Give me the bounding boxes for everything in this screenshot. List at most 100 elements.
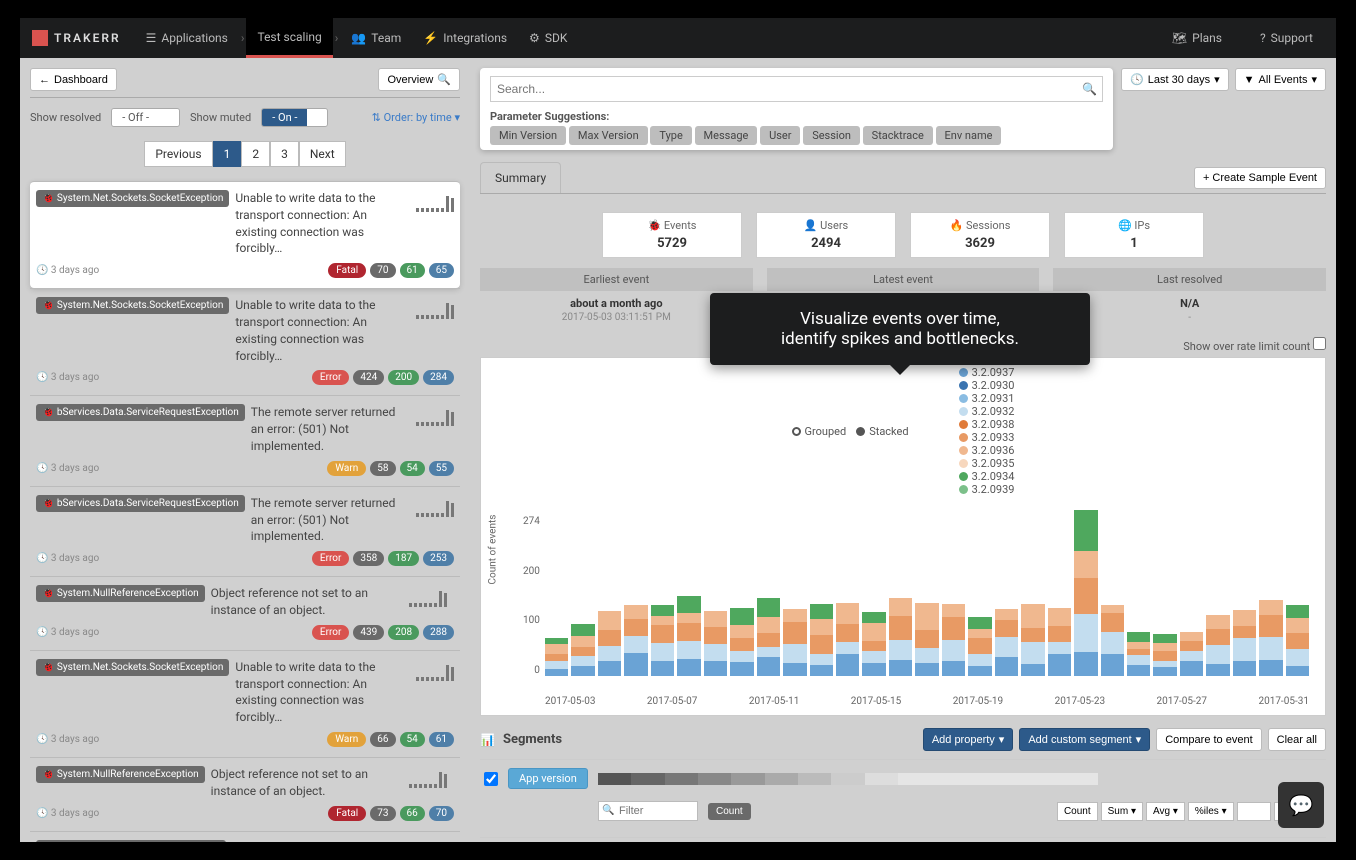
add-property-button[interactable]: Add property ▾ — [923, 728, 1014, 751]
legend-item[interactable]: 3.2.0934 — [959, 470, 1015, 483]
pager-prev[interactable]: Previous — [144, 141, 212, 167]
event-card[interactable]: 🐞 bServices.Data.ServiceRequestException… — [30, 395, 460, 485]
bar[interactable] — [571, 624, 594, 676]
date-range-button[interactable]: 🕓Last 30 days ▾ — [1121, 68, 1229, 91]
bar[interactable] — [995, 609, 1018, 676]
param-chip[interactable]: Message — [695, 126, 758, 145]
legend-item[interactable]: 3.2.0931 — [959, 392, 1015, 405]
compare-button[interactable]: Compare to event — [1156, 728, 1261, 751]
segment-row-browser: Browser 🔍 Count Count Sum ▾ Avg ▾ %iles … — [480, 837, 1326, 842]
legend-item[interactable]: 3.2.0935 — [959, 457, 1015, 470]
bar[interactable] — [1233, 610, 1256, 676]
param-chip[interactable]: Type — [650, 126, 691, 145]
bar[interactable] — [1153, 634, 1176, 676]
bar[interactable] — [783, 609, 806, 676]
tab-summary[interactable]: Summary — [480, 162, 561, 193]
order-dropdown[interactable]: ⇅ Order: by time ▾ — [372, 111, 460, 124]
bar[interactable] — [704, 611, 727, 676]
legend-item[interactable]: 3.2.0930 — [959, 379, 1015, 392]
bar[interactable] — [1206, 615, 1229, 676]
bar[interactable] — [545, 638, 568, 676]
legend-item[interactable]: 3.2.0939 — [959, 483, 1015, 496]
nav-plans[interactable]: 🗺Plans — [1161, 18, 1233, 58]
bar[interactable] — [1127, 632, 1150, 676]
bar[interactable] — [1259, 600, 1282, 676]
add-custom-segment-button[interactable]: Add custom segment ▾ — [1019, 728, 1150, 751]
search-input[interactable] — [490, 76, 1103, 102]
bar[interactable] — [1021, 604, 1044, 676]
brand[interactable]: TRAKERR — [32, 30, 121, 46]
param-chip[interactable]: Min Version — [490, 126, 566, 145]
legend-item[interactable]: 3.2.0938 — [959, 418, 1015, 431]
segment-checkbox[interactable] — [484, 772, 498, 786]
bar[interactable] — [598, 611, 621, 676]
pager-next[interactable]: Next — [299, 141, 346, 167]
muted-toggle[interactable]: - On - — [261, 108, 328, 127]
bar[interactable] — [889, 598, 912, 676]
event-card[interactable]: 🐞 System.NullReferenceExceptionObject re… — [30, 757, 460, 831]
event-card[interactable]: 🐞 System.NullReferenceExceptionObject re… — [30, 576, 460, 650]
count-button[interactable]: Count — [708, 803, 751, 820]
param-chip[interactable]: Stacktrace — [863, 126, 933, 145]
bar[interactable] — [757, 598, 780, 676]
search-icon[interactable]: 🔍 — [1082, 82, 1097, 96]
overview-button[interactable]: Overview🔍 — [378, 68, 460, 91]
event-time: 🕓 3 days ago — [36, 553, 99, 564]
agg-sum[interactable]: Sum ▾ — [1101, 802, 1143, 821]
legend-item[interactable]: 3.2.0937 — [959, 366, 1015, 379]
param-chip[interactable]: Env name — [936, 126, 1002, 145]
bar[interactable] — [810, 604, 833, 676]
event-msg: The remote server returned an error: (50… — [251, 495, 410, 545]
dashboard-button[interactable]: ←Dashboard — [30, 68, 117, 91]
resolved-toggle[interactable]: - Off - — [111, 108, 180, 127]
nav-test-scaling[interactable]: Test scaling — [246, 18, 332, 58]
agg-pct[interactable]: %iles ▾ — [1188, 802, 1234, 821]
bar[interactable] — [1286, 605, 1309, 676]
bar[interactable] — [862, 612, 885, 676]
agg-avg[interactable]: Avg ▾ — [1146, 802, 1185, 821]
event-card[interactable]: 🐞 System.Net.Sockets.SocketExceptionUnab… — [30, 650, 460, 757]
nav-integrations[interactable]: ⚡Integrations — [412, 18, 518, 58]
legend-item[interactable]: 3.2.0932 — [959, 405, 1015, 418]
bar[interactable] — [968, 617, 991, 676]
nav-support[interactable]: ?Support — [1249, 18, 1324, 58]
pager-3[interactable]: 3 — [270, 141, 299, 167]
chart-area[interactable]: Count of events 2742001000 — [489, 504, 1317, 694]
event-filter-button[interactable]: ▼All Events ▾ — [1235, 68, 1326, 91]
grouped-toggle[interactable]: Grouped — [792, 366, 847, 496]
param-chip[interactable]: Session — [803, 126, 860, 145]
create-sample-button[interactable]: + Create Sample Event — [1194, 167, 1326, 189]
bar[interactable] — [915, 603, 938, 676]
bar[interactable] — [624, 605, 647, 676]
legend-item[interactable]: 3.2.0936 — [959, 444, 1015, 457]
bar[interactable] — [1180, 632, 1203, 676]
agg-count[interactable]: Count — [1057, 802, 1098, 821]
bar[interactable] — [942, 604, 965, 676]
segment-label[interactable]: App version — [508, 768, 588, 789]
event-card[interactable]: 🐞 System.Net.Sockets.SocketExceptionUnab… — [30, 288, 460, 395]
bar[interactable] — [1048, 608, 1071, 676]
pager-2[interactable]: 2 — [241, 141, 270, 167]
chat-icon[interactable]: 💬 — [1278, 782, 1324, 828]
bar[interactable] — [1074, 510, 1097, 676]
bar[interactable] — [836, 603, 859, 676]
event-card[interactable]: 🐞 bServices.Data.ServiceRequestException… — [30, 486, 460, 576]
bar[interactable] — [677, 596, 700, 676]
event-card[interactable]: 🐞 System.IndexOutOfBoundsExceptionIndex … — [30, 831, 460, 842]
param-chip[interactable]: Max Version — [569, 126, 648, 145]
event-msg: Object reference not set to an instance … — [211, 585, 403, 619]
bar[interactable] — [651, 605, 674, 676]
pager-1[interactable]: 1 — [213, 141, 242, 167]
nav-sdk[interactable]: ⚙SDK — [518, 18, 578, 58]
bar[interactable] — [1101, 605, 1124, 676]
stacked-toggle[interactable]: Stacked — [856, 366, 908, 496]
nav-team[interactable]: 👥Team — [340, 18, 412, 58]
event-card[interactable]: 🐞 System.Net.Sockets.SocketExceptionUnab… — [30, 181, 460, 288]
clear-all-button[interactable]: Clear all — [1268, 728, 1326, 751]
nav-applications[interactable]: ☰Applications — [135, 18, 239, 58]
rate-limit-checkbox[interactable] — [1313, 337, 1326, 350]
agg-value-input[interactable] — [1237, 802, 1271, 821]
legend-item[interactable]: 3.2.0933 — [959, 431, 1015, 444]
bar[interactable] — [730, 608, 753, 676]
param-chip[interactable]: User — [760, 126, 800, 145]
